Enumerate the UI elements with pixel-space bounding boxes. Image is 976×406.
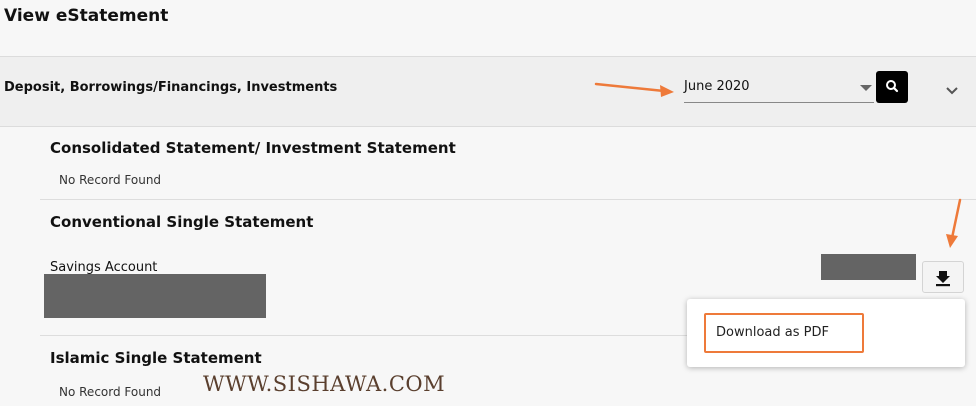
account-type-label: Savings Account [50,260,158,275]
no-record-text: No Record Found [59,385,162,399]
month-select-value: June 2020 [684,79,750,94]
download-button[interactable] [922,261,964,293]
collapse-toggle[interactable] [944,82,960,101]
download-icon [936,271,950,287]
download-dropdown-menu: Download as PDF [687,299,965,367]
page-title: View eStatement [4,6,169,26]
annotation-arrow-download [946,198,962,248]
month-select[interactable]: June 2020 [684,74,874,103]
no-record-text: No Record Found [59,173,162,187]
chevron-down-icon [946,87,958,95]
caret-down-icon [860,85,872,91]
annotation-arrow-month [594,82,674,97]
search-button[interactable] [876,71,908,103]
section-title-conventional: Conventional Single Statement [50,213,314,231]
redacted-statement-info [821,254,916,280]
divider [40,199,976,200]
section-title-islamic: Islamic Single Statement [50,349,262,367]
download-as-pdf-option[interactable]: Download as PDF [704,313,864,353]
section-title-consolidated: Consolidated Statement/ Investment State… [50,139,456,157]
search-icon [886,80,899,93]
redacted-account-number [44,274,266,318]
statement-category-label: Deposit, Borrowings/Financings, Investme… [4,80,338,95]
divider [40,335,687,336]
watermark-text: WWW.SISHAWA.COM [203,372,446,396]
download-as-pdf-label: Download as PDF [716,325,829,340]
